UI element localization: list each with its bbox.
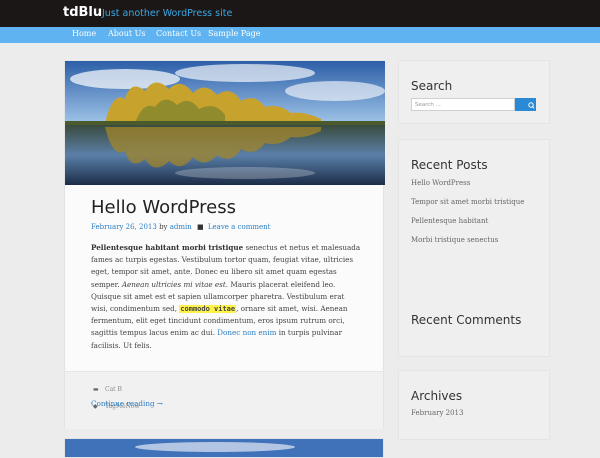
recent-posts-title: Recent Posts [411,158,488,172]
nav-item-contact-us[interactable]: Contact Us [156,29,201,38]
site-tagline: Just another WordPress site [102,8,233,19]
search-button[interactable] [515,98,536,111]
content-emphasis: Aenean ultricies mi vitae est. [121,279,229,289]
recent-post-item[interactable]: Hello WordPress [411,179,470,187]
content-code: commodo vitae [179,305,237,314]
content-bold-lead: Pellentesque habitant morbi tristique [91,243,244,252]
archive-item[interactable]: February 2013 [411,409,463,417]
recent-post-item[interactable]: Pellentesque habitant [411,217,488,225]
post-category[interactable]: Cat B [105,386,122,393]
lake-landscape-image [65,61,385,185]
post-card: Hello WordPress February 26, 2013 by adm… [64,60,385,429]
recent-post-item[interactable]: Tempor sit amet morbi tristique [411,198,524,206]
recent-post-item[interactable]: Morbi tristique senectus [411,236,498,244]
main-navigation: Home About Us Contact Us Sample Page [0,27,600,43]
post-featured-image[interactable] [65,61,385,185]
folder-icon: ▬ [93,386,99,393]
post-date[interactable]: February 26, 2013 [91,223,157,231]
recent-comments-title: Recent Comments [411,313,522,327]
search-input[interactable]: Search ... [411,98,515,111]
post-author[interactable]: admin [170,223,192,231]
comment-icon: ■ [197,223,204,231]
nav-item-sample-page[interactable]: Sample Page [208,29,260,38]
leave-comment-link[interactable]: Leave a comment [208,223,271,231]
search-widget-title: Search [411,79,453,93]
search-icon [528,102,535,109]
site-title[interactable]: tdBlu [63,5,102,20]
site-header: tdBlu Just another WordPress site [0,0,600,27]
continue-reading-link[interactable]: Continue reading → [91,399,163,408]
archives-widget: Archives February 2013 [398,370,550,440]
next-post-image[interactable] [64,438,384,458]
search-widget: Search Search ... [398,60,550,124]
content-link[interactable]: Donec non enim [217,328,276,337]
recent-posts-widget: Recent Posts Hello WordPress Tempor sit … [398,139,550,357]
archives-title: Archives [411,389,463,403]
post-category-row: ▬ Cat B [93,386,122,393]
post-title[interactable]: Hello WordPress [91,197,236,218]
post-meta: February 26, 2013 by admin ■ Leave a com… [91,223,270,231]
nav-item-home[interactable]: Home [72,29,96,38]
post-by-label: by [159,223,168,231]
sky-image [65,439,383,457]
post-content: Pellentesque habitant morbi tristique se… [91,242,361,352]
nav-item-about-us[interactable]: About Us [108,29,145,38]
